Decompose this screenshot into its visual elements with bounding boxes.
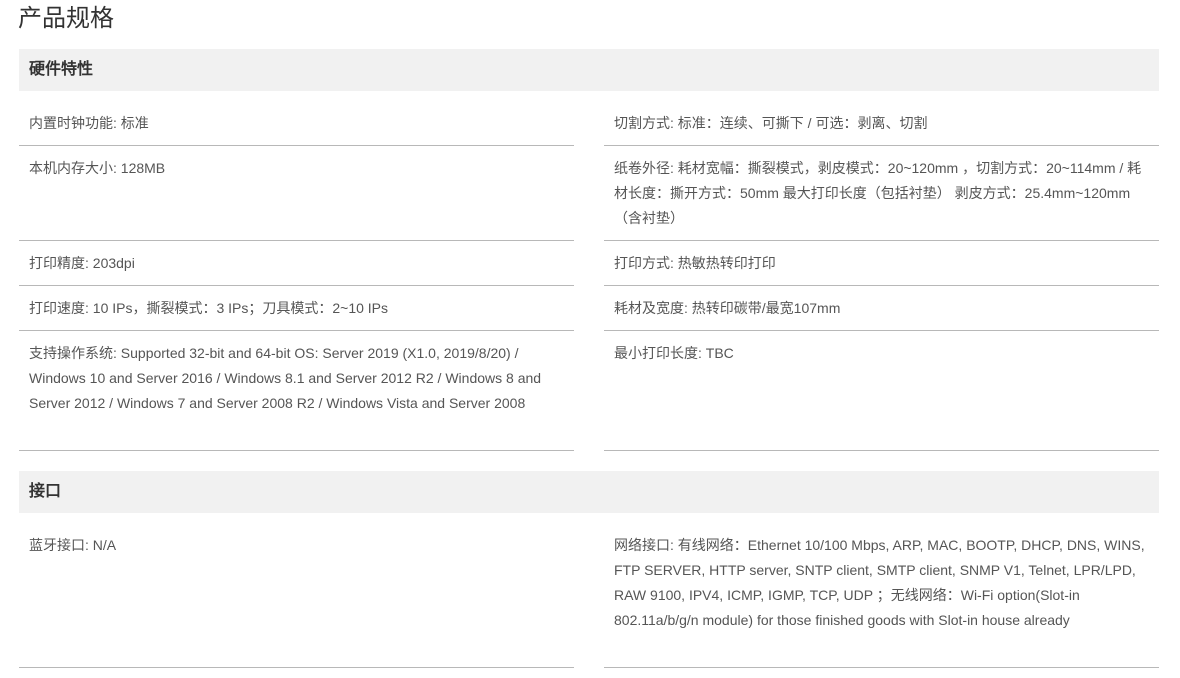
spec-min-print-length: 最小打印长度: TBC <box>604 341 1159 451</box>
section-header-interface: 接口 <box>19 471 1159 513</box>
spec-memory: 本机内存大小: 128MB <box>19 156 574 241</box>
spec-clock: 内置时钟功能: 标准 <box>19 111 574 146</box>
spec-network: 网络接口: 有线网络：Ethernet 10/100 Mbps, ARP, MA… <box>604 533 1159 668</box>
spec-roll-diameter: 纸卷外径: 耗材宽幅：撕裂模式，剥皮模式：20~120mm ，切割方式：20~1… <box>604 156 1159 241</box>
spec-print-speed: 打印速度: 10 IPs，撕裂模式：3 IPs；刀具模式：2~10 IPs <box>19 296 574 331</box>
spec-os-support: 支持操作系统: Supported 32-bit and 64-bit OS: … <box>19 341 574 451</box>
spec-bluetooth: 蓝牙接口: N/A <box>19 533 574 668</box>
spec-cutting-method: 切割方式: 标准：连续、可撕下 / 可选：剥离、切割 <box>604 111 1159 146</box>
section-header-hardware: 硬件特性 <box>19 49 1159 91</box>
spec-media-width: 耗材及宽度: 热转印碳带/最宽107mm <box>604 296 1159 331</box>
spec-resolution: 打印精度: 203dpi <box>19 251 574 286</box>
spec-print-method: 打印方式: 热敏热转印打印 <box>604 251 1159 286</box>
page-title: 产品规格 <box>18 5 114 32</box>
